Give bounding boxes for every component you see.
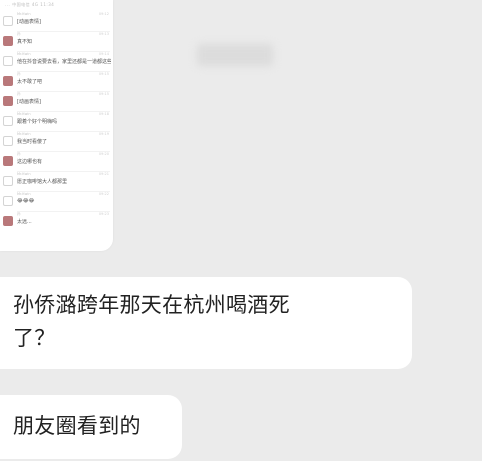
message-time: 09:23 — [98, 212, 109, 216]
message-text: 😂😂😂 — [17, 198, 35, 204]
message-text: 真不知 — [17, 39, 33, 45]
message-bubble[interactable]: 朋友圈看到的 — [0, 395, 182, 459]
avatar — [3, 156, 13, 166]
sender-name: Mr.Kwin — [17, 112, 31, 116]
message-time: 09:19 — [98, 132, 109, 136]
message-text: 跟着个好个明嗨吗 — [17, 119, 58, 125]
avatar-icon — [3, 116, 13, 126]
message-time: 09:13 — [98, 32, 109, 36]
message-time: 09:22 — [98, 192, 109, 196]
thumbnail-message-row: Mr.Kwin 09:21 愿正咖啡馆大人都那里 — [0, 172, 113, 192]
thumbnail-message-row: Mr.Kwin 09:14 他在抖音说要去看，家里还都是一道都这些等 — [0, 52, 113, 72]
avatar-icon — [3, 196, 13, 206]
redacted-area — [197, 44, 273, 66]
message-time: 09:12 — [98, 12, 109, 16]
message-text: 太远... — [17, 219, 32, 225]
thumbnail-message-row: 孙 09:15 太不敢了吧 — [0, 72, 113, 92]
thumbnail-message-row: Mr.Kwin 09:19 我当时看傻了 — [0, 132, 113, 152]
message-time: 09:15 — [98, 72, 109, 76]
thumbnail-status-bar: ... 中国电信 4G 11:34 — [5, 2, 55, 7]
thumbnail-message-row: Mr.Kwin 09:18 跟着个好个明嗨吗 — [0, 112, 113, 132]
thumbnail-message-row: Mr.Kwin 09:12 [动画表情] — [0, 12, 113, 32]
avatar — [3, 76, 13, 86]
message-time: 09:18 — [98, 112, 109, 116]
screenshot-thumbnail[interactable]: ... 中国电信 4G 11:34 Mr.Kwin 09:12 [动画表情] 孙… — [0, 0, 113, 251]
sender-name: Mr.Kwin — [17, 192, 31, 196]
message-text: 他在抖音说要去看，家里还都是一道都这些等 — [17, 59, 111, 65]
sender-name: Mr.Kwin — [17, 132, 31, 136]
sender-name: Mr.Kwin — [17, 52, 31, 56]
thumbnail-message-row: Mr.Kwin 09:22 😂😂😂 — [0, 192, 113, 212]
message-time: 09:15 — [98, 92, 109, 96]
sender-name: 孙 — [17, 152, 21, 156]
message-text: 愿正咖啡馆大人都那里 — [17, 179, 68, 185]
avatar-icon — [3, 136, 13, 146]
message-bubble[interactable]: 孙侨潞跨年那天在杭州喝酒死 了？ — [0, 277, 412, 369]
message-text: 我当时看傻了 — [17, 139, 48, 145]
message-text: 这边哪也有 — [17, 159, 43, 165]
avatar-icon — [3, 176, 13, 186]
avatar — [3, 216, 13, 226]
thumbnail-message-row: 孙 09:15 [动画表情] — [0, 92, 113, 112]
sender-name: 孙 — [17, 72, 21, 76]
message-time: 09:21 — [98, 172, 109, 176]
message-time: 09:14 — [98, 52, 109, 56]
message-text: [动画表情] — [17, 19, 41, 25]
sender-name: 孙 — [17, 92, 21, 96]
sender-name: Mr.Kwin — [17, 12, 31, 16]
avatar-icon — [3, 16, 13, 26]
thumbnail-message-row: 孙 09:23 太远... — [0, 212, 113, 232]
sender-name: 孙 — [17, 32, 21, 36]
message-text: 太不敢了吧 — [17, 79, 43, 85]
message-text: 孙侨潞跨年那天在杭州喝酒死 了？ — [13, 293, 290, 350]
sender-name: Mr.Kwin — [17, 172, 31, 176]
avatar — [3, 96, 13, 106]
message-text: 朋友圈看到的 — [13, 414, 141, 438]
message-time: 09:20 — [98, 152, 109, 156]
message-text: [动画表情] — [17, 99, 41, 105]
sender-name: 孙 — [17, 212, 21, 216]
thumbnail-message-row: 孙 09:13 真不知 — [0, 32, 113, 52]
avatar-icon — [3, 56, 13, 66]
thumbnail-message-row: 孙 09:20 这边哪也有 — [0, 152, 113, 172]
avatar — [3, 36, 13, 46]
